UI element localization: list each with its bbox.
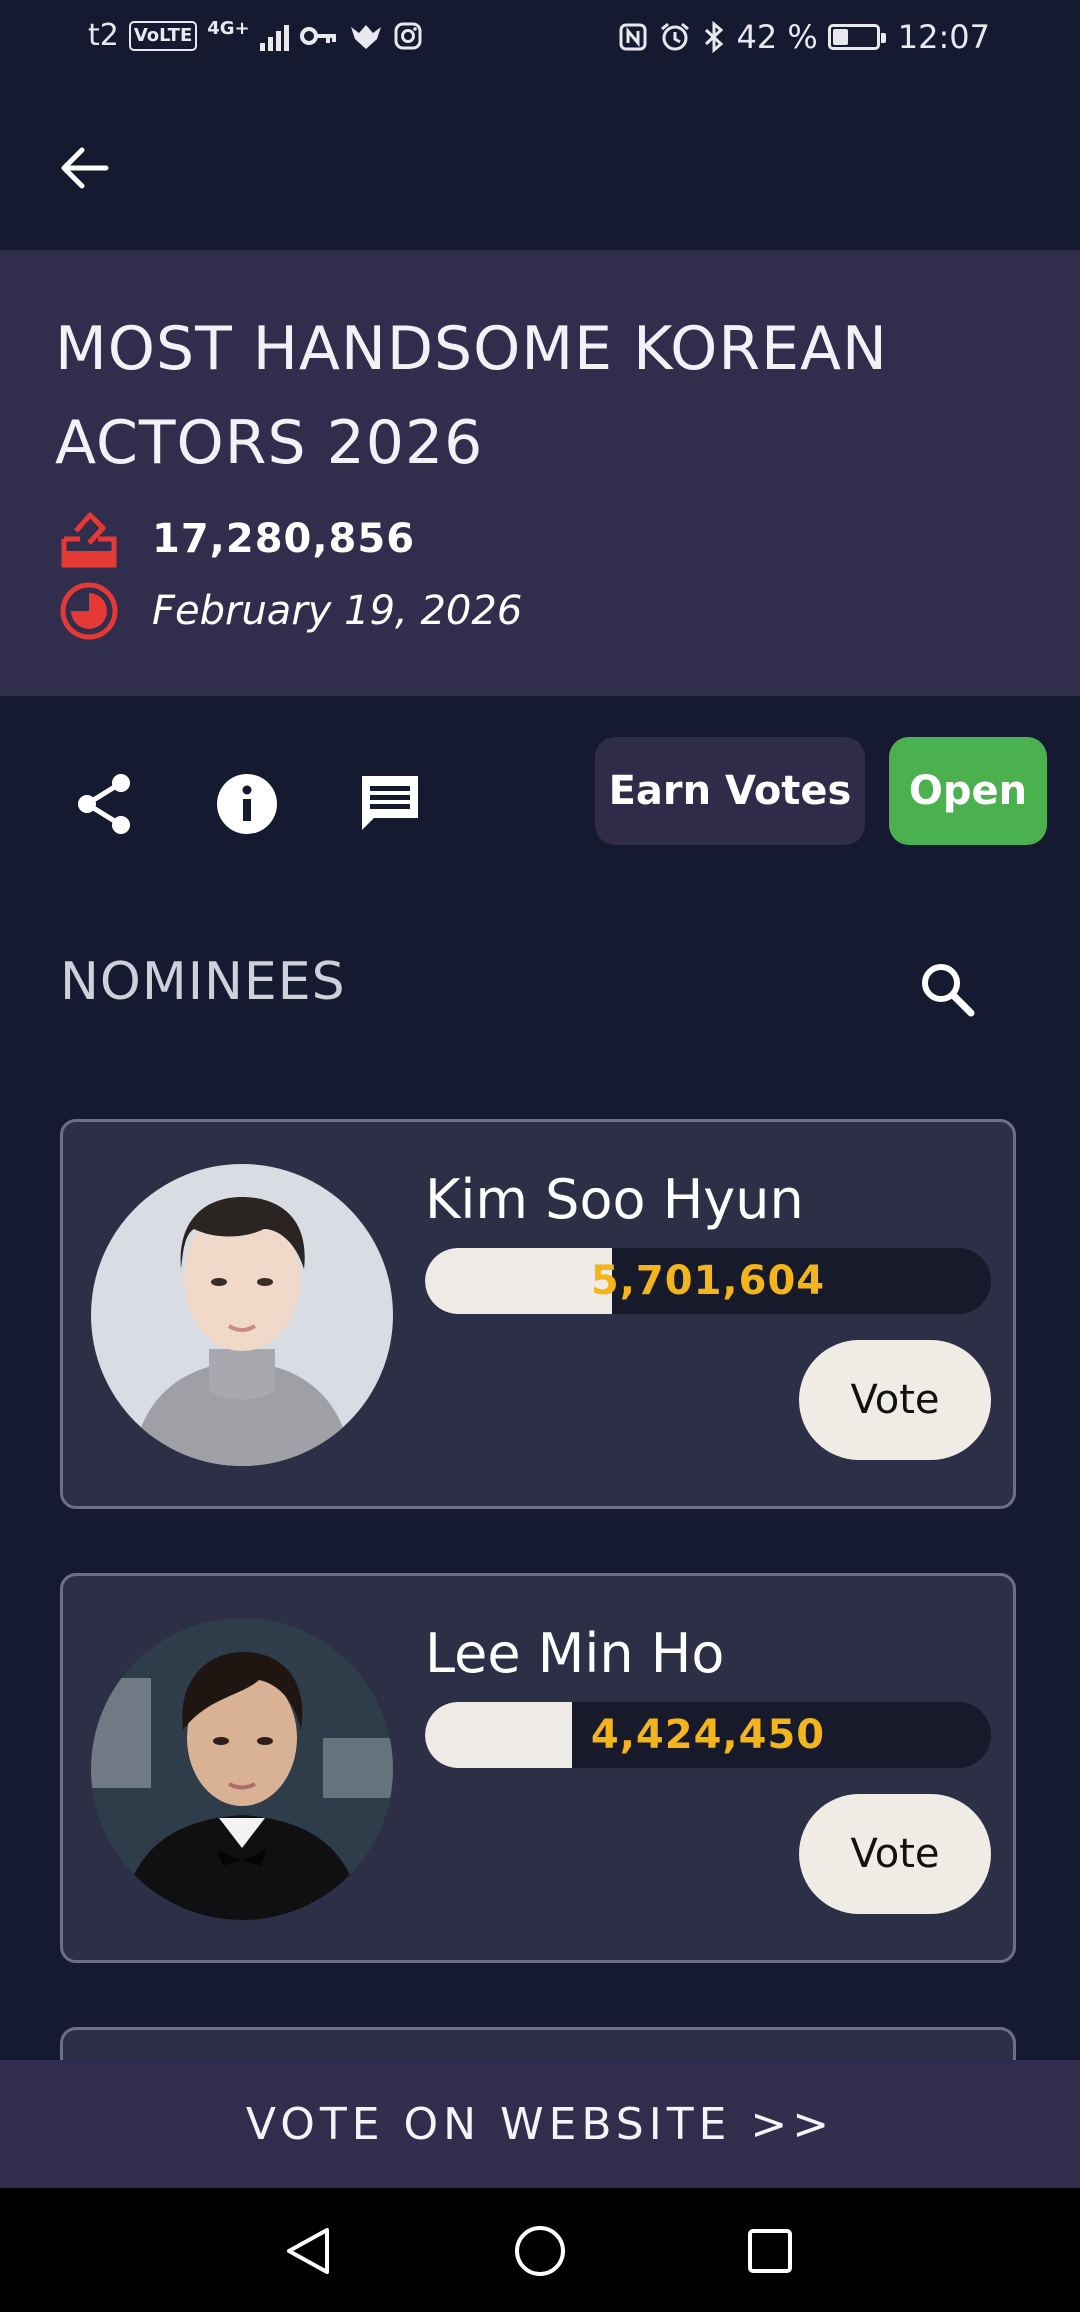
nominee-card: Kim Soo Hyun 5,701,604 Vote bbox=[60, 1119, 1016, 1509]
nominee-card: Lee Min Ho 4,424,450 Vote bbox=[60, 1573, 1016, 1963]
page-title: MOST HANDSOME KOREAN ACTORS 2026 bbox=[55, 314, 888, 478]
system-nav-bar bbox=[0, 2188, 1080, 2312]
search-icon bbox=[922, 964, 975, 1017]
battery-icon bbox=[827, 24, 886, 50]
status-bar: t2 VoLTE 4G+ 42 % 12:07 bbox=[0, 0, 1080, 82]
vote-count: 5,701,604 bbox=[590, 1258, 826, 1304]
bluetooth-icon bbox=[705, 21, 724, 53]
clock-icon bbox=[58, 580, 120, 642]
open-status-button[interactable]: Open bbox=[889, 737, 1047, 845]
nav-recents-button[interactable] bbox=[735, 2216, 805, 2286]
battery-percent: 42 % bbox=[736, 18, 818, 56]
search-button[interactable] bbox=[910, 952, 984, 1026]
vote-on-website-button[interactable]: VOTE ON WEBSITE >> bbox=[0, 2060, 1080, 2188]
vote-progress-bar: 5,701,604 bbox=[425, 1248, 991, 1314]
nominee-photo bbox=[91, 1618, 393, 1920]
vote-button[interactable]: Vote bbox=[799, 1794, 991, 1914]
triangle-back-icon bbox=[287, 2228, 329, 2274]
back-button[interactable] bbox=[52, 136, 116, 200]
total-votes-row: 17,280,856 bbox=[58, 508, 415, 570]
earn-votes-button[interactable]: Earn Votes bbox=[595, 737, 865, 845]
nav-back-button[interactable] bbox=[273, 2216, 343, 2286]
alarm-icon bbox=[661, 22, 690, 51]
share-button[interactable] bbox=[60, 760, 148, 848]
comments-button[interactable] bbox=[346, 760, 434, 848]
signal-icon bbox=[259, 21, 289, 51]
poll-date: February 19, 2026 bbox=[152, 588, 523, 634]
poll-header: MOST HANDSOME KOREAN ACTORS 2026 17,280,… bbox=[0, 250, 1080, 696]
nominee-name: Kim Soo Hyun bbox=[425, 1168, 804, 1231]
instagram-icon bbox=[394, 22, 422, 49]
vote-button[interactable]: Vote bbox=[799, 1340, 991, 1460]
date-row: February 19, 2026 bbox=[58, 580, 522, 642]
comment-icon bbox=[362, 776, 418, 830]
network-type: 4G+ bbox=[207, 18, 250, 39]
clock: 12:07 bbox=[897, 18, 990, 56]
volte-badge: VoLTE bbox=[128, 20, 198, 51]
app-bar bbox=[0, 82, 1080, 250]
circle-home-icon bbox=[515, 2226, 565, 2276]
nominee-name: Lee Min Ho bbox=[425, 1622, 725, 1685]
nominees-heading: NOMINEES bbox=[60, 952, 346, 1012]
carrier-label: t2 bbox=[88, 18, 119, 53]
arrow-left-icon bbox=[61, 147, 109, 189]
nominee-photo bbox=[91, 1164, 393, 1466]
vote-progress-bar: 4,424,450 bbox=[425, 1702, 991, 1768]
info-icon bbox=[217, 774, 277, 834]
share-icon bbox=[78, 774, 130, 834]
nfc-icon bbox=[619, 23, 647, 51]
vote-count: 4,424,450 bbox=[590, 1712, 826, 1758]
bird-icon bbox=[350, 24, 381, 49]
square-recents-icon bbox=[748, 2229, 792, 2273]
status-right: 42 % 12:07 bbox=[618, 18, 990, 56]
status-left: t2 VoLTE 4G+ bbox=[88, 18, 423, 53]
key-icon bbox=[299, 26, 336, 45]
total-votes: 17,280,856 bbox=[152, 516, 416, 562]
ballot-box-icon bbox=[58, 508, 120, 570]
nav-home-button[interactable] bbox=[505, 2216, 575, 2286]
info-button[interactable] bbox=[203, 760, 291, 848]
action-row bbox=[60, 760, 489, 848]
